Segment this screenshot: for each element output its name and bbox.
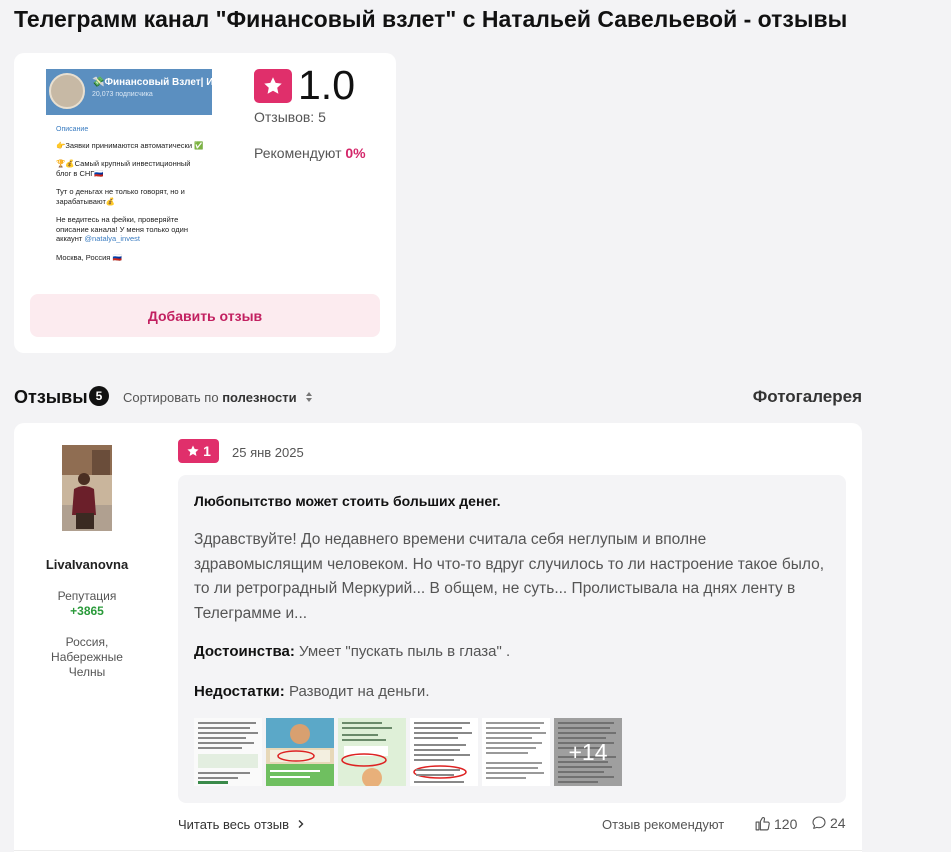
review-title[interactable]: Любопытство может стоить больших денег.: [194, 493, 501, 509]
description-line: 👉Заявки принимаются автоматически ✅: [56, 140, 204, 150]
channel-account-link: @natalya_invest: [84, 234, 140, 243]
photo-thumbnail[interactable]: [482, 718, 550, 786]
review-date: 25 янв 2025: [232, 445, 304, 460]
review-card: LivaIvanovna Репутация +3865 Россия, Наб…: [14, 423, 862, 852]
divider: [14, 850, 862, 851]
photo-thumbnail[interactable]: [410, 718, 478, 786]
review-rating-badge: 1: [178, 439, 219, 463]
add-review-button[interactable]: Добавить отзыв: [30, 294, 380, 337]
reviews-title: Отзывы: [14, 387, 88, 407]
like-button[interactable]: 120: [754, 815, 797, 832]
description-line: 🏆💰Самый крупный инвестиционный блог в СН…: [56, 159, 191, 178]
summary-card: 💸Финансовый Взлет| Инв 20,073 подписчика…: [14, 53, 396, 353]
sort-control[interactable]: Сортировать по полезности: [123, 390, 313, 405]
reviews-count-badge: 5: [89, 386, 109, 406]
reviews-header: Отзывы 5 Сортировать по полезности Фотог…: [14, 385, 862, 409]
reviews-count: Отзывов: 5: [254, 109, 326, 125]
author-name[interactable]: LivaIvanovna: [14, 557, 160, 572]
review-pros: Достоинства: Умеет "пускать пыль в глаза…: [194, 643, 510, 660]
photo-thumbnail[interactable]: [266, 718, 334, 786]
review-cons: Недостатки: Разводит на деньги.: [194, 683, 429, 700]
description-line: Москва, Россия 🇷🇺: [56, 252, 122, 262]
photo-thumbnail[interactable]: +14: [554, 718, 622, 786]
photo-thumbnail[interactable]: [338, 718, 406, 786]
page-title: Телеграмм канал "Финансовый взлет" с Нат…: [14, 6, 848, 32]
photo-thumbnail[interactable]: [194, 718, 262, 786]
channel-subscribers: 20,073 подписчика: [92, 91, 153, 98]
chevron-right-icon: [298, 820, 304, 828]
comments-button[interactable]: 24: [811, 815, 846, 831]
star-icon: [254, 69, 292, 103]
recommend-percent: 0%: [345, 145, 366, 161]
thumbs-up-icon: [755, 817, 770, 831]
reputation-label: Репутация: [57, 589, 117, 603]
recommend-label: Рекомендуют: [254, 145, 342, 161]
avatar[interactable]: [62, 445, 112, 531]
cons-text: Разводит на деньги.: [288, 683, 430, 700]
channel-header: 💸Финансовый Взлет| Инв 20,073 подписчика: [46, 69, 212, 115]
sort-prefix: Сортировать по: [123, 390, 219, 405]
pros-label: Достоинства:: [194, 643, 295, 660]
review-excerpt: Здравствуйте! До недавнего времени счита…: [194, 531, 825, 622]
description-label: Описание: [56, 126, 89, 133]
comments-count: 24: [830, 815, 846, 831]
sort-value: полезности: [222, 390, 297, 405]
read-full-review-link[interactable]: Читать весь отзыв: [178, 817, 306, 832]
star-icon: [187, 445, 199, 456]
channel-screenshot[interactable]: 💸Финансовый Взлет| Инв 20,073 подписчика…: [46, 67, 212, 267]
read-more-label: Читать весь отзыв: [178, 817, 290, 832]
description-line: Тут о деньгах не только говорят, но и за…: [56, 187, 185, 206]
review-rating-value: 1: [203, 443, 211, 459]
reputation-value: +3865: [70, 604, 104, 618]
channel-avatar: [49, 73, 85, 109]
channel-name: 💸Финансовый Взлет| Инв: [92, 77, 212, 88]
recommend-stat: Рекомендуют 0%: [254, 145, 366, 161]
channel-description: Описание 👉Заявки принимаются автоматичес…: [56, 125, 206, 267]
average-rating: 1.0: [298, 62, 355, 108]
sort-arrows-icon: [306, 392, 313, 402]
review-body: Любопытство может стоить больших денег. …: [178, 475, 846, 803]
author-location: Россия, Набережные Челны: [51, 635, 123, 679]
pros-text: Умеет "пускать пыль в глаза" .: [299, 643, 511, 660]
photo-gallery-link[interactable]: Фотогалерея: [753, 387, 862, 407]
likes-count: 120: [774, 815, 798, 832]
description-line: Не ведитесь на фейки, проверяйте описани…: [56, 215, 206, 244]
comment-icon: [812, 816, 826, 829]
review-recommends-label: Отзыв рекомендуют: [602, 817, 725, 832]
more-photos-count[interactable]: +14: [554, 718, 622, 786]
cons-label: Недостатки:: [194, 683, 285, 700]
